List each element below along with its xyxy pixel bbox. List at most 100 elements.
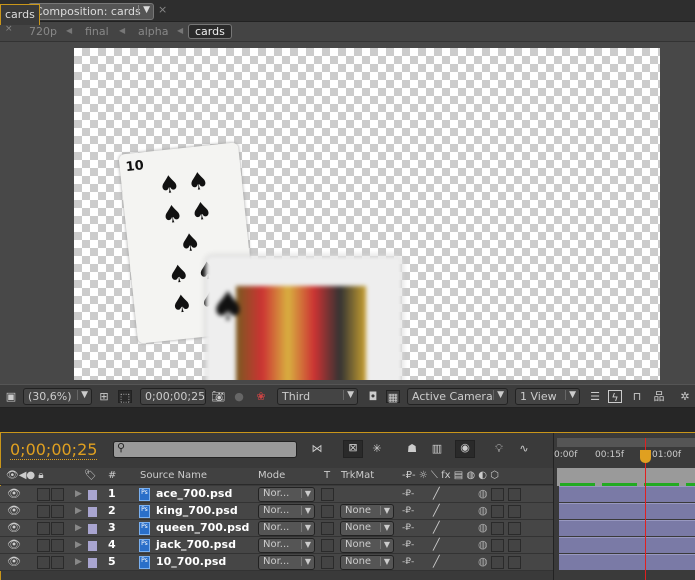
solo-checkbox[interactable] [37, 505, 50, 518]
camera-snapshot-icon[interactable]: 📷︎ [211, 390, 225, 403]
eye-icon[interactable]: 👁︎ [7, 538, 21, 551]
column-mode[interactable]: Mode [258, 470, 285, 481]
shy-switch-icon[interactable]: -₽- [402, 506, 414, 516]
camera-dropdown[interactable]: Active Camera ▼ [407, 388, 508, 405]
shy-switch-icon[interactable]: -₽- [402, 557, 414, 567]
motion-blur-switch-icon[interactable]: ◍ [478, 538, 488, 551]
eye-icon[interactable]: 👁︎ [7, 521, 21, 534]
breadcrumb-720p[interactable]: 720p [29, 25, 57, 38]
adjustment-layer-checkbox[interactable] [491, 505, 504, 518]
motion-blur-switch-icon[interactable]: ◍ [478, 487, 488, 500]
expand-triangle-icon[interactable]: ▶ [75, 557, 82, 567]
expand-triangle-icon[interactable]: ▶ [75, 489, 82, 499]
flowchart-icon[interactable]: 品 [652, 390, 666, 403]
mode-dropdown[interactable]: Nor... ▼ [258, 521, 315, 536]
adjustment-layer-checkbox[interactable] [491, 488, 504, 501]
layer-duration-bar[interactable] [559, 537, 695, 553]
breadcrumb-cards[interactable]: cards [188, 24, 232, 39]
composition-mini-flowchart-icon[interactable]: ⋈ [310, 442, 324, 455]
layer-name[interactable]: queen_700.psd [156, 521, 249, 534]
work-area-bar[interactable] [557, 438, 695, 447]
live-update-icon[interactable]: ⊠ [343, 440, 363, 458]
layer-duration-bar[interactable] [559, 503, 695, 519]
shy-switch-icon[interactable]: -₽- [402, 523, 414, 533]
3d-layer-checkbox[interactable] [508, 522, 521, 535]
layer-duration-bar[interactable] [559, 554, 695, 570]
label-color-swatch[interactable] [88, 558, 97, 568]
fast-previews-icon[interactable]: ϟ [608, 390, 622, 404]
draft-3d-icon[interactable]: ✳ [370, 442, 384, 455]
transparency-grid-icon[interactable]: ▦ [386, 390, 400, 404]
motion-blur-switch-icon[interactable]: ◍ [478, 504, 488, 517]
hide-shy-layers-icon[interactable]: ☗ [405, 442, 419, 455]
expand-triangle-icon[interactable]: ▶ [75, 523, 82, 533]
layer-name[interactable]: jack_700.psd [156, 538, 236, 551]
toggle-pixel-aspect-icon[interactable]: ☰ [588, 390, 602, 403]
motion-blur-switch-icon[interactable]: ◍ [478, 521, 488, 534]
composition-tab[interactable]: Composition: cards ▼ [28, 3, 154, 20]
mask-visibility-icon[interactable]: ⬚ [118, 390, 132, 404]
preserve-transparency-checkbox[interactable] [321, 505, 334, 518]
3d-layer-checkbox[interactable] [508, 505, 521, 518]
trkmat-dropdown[interactable]: None ▼ [340, 538, 394, 553]
layer-row[interactable]: 👁︎ ▶ 1 Ps ace_700.psd Nor... ▼ -₽- ╱ ◍ [0, 486, 553, 503]
layer-name[interactable]: 10_700.psd [156, 555, 226, 568]
timeline-tab-cards[interactable]: cards × [0, 4, 40, 34]
solo-checkbox[interactable] [37, 488, 50, 501]
eye-icon[interactable]: 👁︎ [7, 487, 21, 500]
layer-duration-bar[interactable] [559, 486, 695, 502]
preserve-transparency-checkbox[interactable] [321, 539, 334, 552]
lock-checkbox[interactable] [51, 556, 64, 569]
quality-switch-icon[interactable]: ╱ [433, 487, 440, 500]
column-trkmat[interactable]: TrkMat [341, 470, 374, 481]
solo-checkbox[interactable] [37, 522, 50, 535]
expand-triangle-icon[interactable]: ▶ [75, 540, 82, 550]
column-t[interactable]: T [324, 470, 330, 481]
show-snapshot-icon[interactable]: ● [232, 390, 246, 403]
region-of-interest-icon[interactable]: ▣ [4, 390, 18, 403]
mode-dropdown[interactable]: Nor... ▼ [258, 487, 315, 502]
exposure-icon[interactable]: ✲ [678, 390, 692, 403]
mode-dropdown[interactable]: Nor... ▼ [258, 555, 315, 570]
trkmat-dropdown[interactable]: None ▼ [340, 521, 394, 536]
motion-blur-icon[interactable]: ◉ [455, 440, 475, 458]
label-color-swatch[interactable] [88, 507, 97, 517]
solo-checkbox[interactable] [37, 539, 50, 552]
column-source-name[interactable]: Source Name [140, 470, 207, 481]
label-color-swatch[interactable] [88, 490, 97, 500]
preserve-transparency-checkbox[interactable] [321, 522, 334, 535]
solo-checkbox[interactable] [37, 556, 50, 569]
mode-dropdown[interactable]: Nor... ▼ [258, 504, 315, 519]
current-time-field[interactable]: 0;00;00;25 [140, 388, 206, 405]
label-color-swatch[interactable] [88, 541, 97, 551]
close-icon[interactable]: × [5, 24, 13, 34]
timeline-icon[interactable]: ⊓ [630, 390, 644, 403]
breadcrumb-final[interactable]: final [85, 25, 109, 38]
eye-icon[interactable]: 👁︎ [7, 555, 21, 568]
fast-preview-icon[interactable]: ◘ [366, 390, 380, 403]
quality-switch-icon[interactable]: ╱ [433, 538, 440, 551]
trkmat-dropdown[interactable]: None ▼ [340, 504, 394, 519]
3d-layer-checkbox[interactable] [508, 539, 521, 552]
layer-row[interactable]: 👁︎ ▶ 2 Ps king_700.psd Nor... ▼ None ▼ -₽- … [0, 503, 553, 520]
layer-name[interactable]: king_700.psd [156, 504, 238, 517]
preserve-transparency-checkbox[interactable] [321, 488, 334, 501]
trkmat-dropdown[interactable]: None ▼ [340, 555, 394, 570]
layer-name[interactable]: ace_700.psd [156, 487, 232, 500]
adjustment-layer-checkbox[interactable] [491, 522, 504, 535]
current-time-display[interactable]: 0;00;00;25 [10, 440, 98, 460]
column-number[interactable]: # [108, 470, 116, 481]
layer-row[interactable]: 👁︎ ▶ 5 Ps 10_700.psd Nor... ▼ None ▼ -₽- ╱ … [0, 554, 553, 571]
lock-checkbox[interactable] [51, 522, 64, 535]
playhead-handle[interactable] [640, 450, 651, 463]
composition-canvas[interactable]: 10 ♠ ♠ ♠ ♠ ♠ ♠ ♠ ♠ ♠ ♠ [74, 48, 660, 380]
quality-switch-icon[interactable]: ╱ [433, 555, 440, 568]
brainstorm-icon[interactable]: 💡︎ [492, 442, 506, 455]
shy-switch-icon[interactable]: -₽- [402, 489, 414, 499]
adjustment-layer-checkbox[interactable] [491, 539, 504, 552]
layer-duration-bar[interactable] [559, 520, 695, 536]
motion-blur-switch-icon[interactable]: ◍ [478, 555, 488, 568]
magnification-dropdown[interactable]: (30,6%) ▼ [23, 388, 92, 405]
lock-checkbox[interactable] [51, 539, 64, 552]
close-icon[interactable]: × [158, 3, 167, 16]
